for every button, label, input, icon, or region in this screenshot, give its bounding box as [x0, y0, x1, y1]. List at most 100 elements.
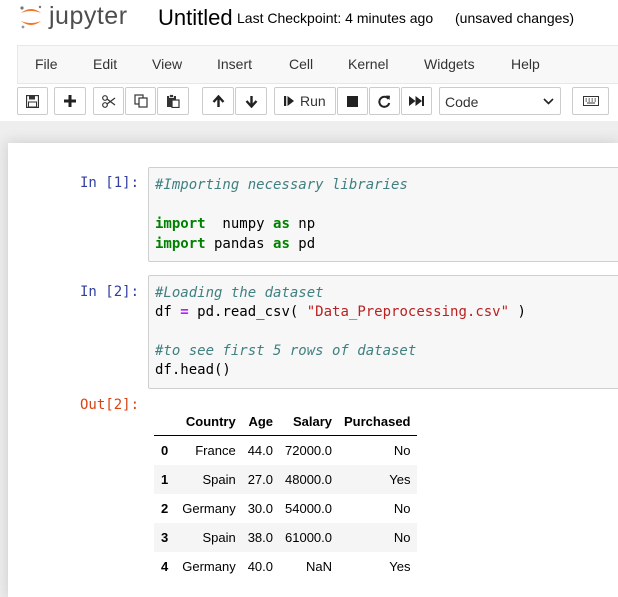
table-cell: 40.0 [247, 559, 274, 574]
code-cell-2-source: #Loading the dataset df = pd.read_csv( "D… [155, 284, 526, 380]
code-line: #Importing necessary libraries [155, 176, 408, 196]
code-token: pd.read_csv( [188, 304, 307, 321]
code-token: #to see first 5 rows of dataset [155, 342, 417, 359]
logo-text: jupyter [49, 2, 128, 30]
table-cell: 38.0 [247, 530, 274, 545]
column-header: Age [241, 408, 280, 436]
code-token: df [155, 304, 181, 321]
row-index: 0 [161, 443, 169, 458]
row-index: 2 [161, 501, 169, 516]
code-line: df.head() [155, 361, 526, 380]
fast-forward-icon [409, 96, 424, 106]
move-up-button[interactable] [202, 87, 234, 115]
chevron-down-icon [543, 98, 554, 105]
table-cell: Yes [389, 472, 411, 487]
input-prompt: In [2]: [80, 284, 140, 300]
table-cell: Germany [182, 501, 236, 516]
table-cell: No [393, 443, 411, 458]
move-down-button[interactable] [235, 87, 267, 115]
plus-icon [64, 95, 76, 107]
insert-cell-button[interactable] [54, 87, 86, 115]
column-header: Salary [279, 408, 339, 436]
copy-button[interactable] [125, 87, 156, 115]
notebook-title[interactable]: Untitled [158, 5, 233, 31]
output-prompt: Out[2]: [80, 397, 140, 413]
table-row: 2 Germany 30.0 54000.0 No [154, 494, 417, 523]
code-token: pandas [205, 235, 274, 252]
cell-type-select[interactable]: Code [439, 87, 561, 115]
row-index: 3 [161, 530, 169, 545]
autosave-status: (unsaved changes) [455, 10, 575, 26]
table-cell: Yes [389, 559, 411, 574]
column-header [154, 408, 177, 436]
table-cell: 54000.0 [285, 501, 333, 516]
jupyter-logo[interactable]: jupyter [18, 2, 128, 31]
code-token: #Importing necessary libraries [155, 177, 408, 193]
table-cell: 72000.0 [285, 443, 333, 458]
restart-icon [378, 95, 391, 108]
code-token: import [155, 235, 206, 252]
table-cell: 27.0 [247, 472, 274, 487]
code-line: #to see first 5 rows of dataset [155, 342, 526, 361]
column-header: Purchased [338, 408, 417, 436]
table-cell: Spain [202, 472, 236, 487]
menu-file[interactable]: File [35, 56, 58, 72]
paste-button[interactable] [157, 87, 189, 115]
code-token: import [155, 216, 206, 232]
menu-insert[interactable]: Insert [217, 56, 252, 72]
code-cell-2[interactable]: #Loading the dataset df = pd.read_csv( "D… [148, 275, 618, 389]
run-button[interactable]: Run [274, 87, 336, 115]
notebook-header: jupyter Untitled Last Checkpoint: 4 minu… [0, 0, 618, 121]
table-row: 3 Spain 38.0 61000.0 No [154, 523, 417, 552]
table-header-row: Country Age Salary Purchased [154, 408, 417, 436]
row-index: 1 [161, 472, 169, 487]
toolbar: Run Code [17, 87, 618, 117]
input-prompt: In [1]: [80, 175, 140, 191]
table-row: 4 Germany 40.0 NaN Yes [154, 552, 417, 581]
arrow-down-icon [245, 95, 257, 108]
menu-edit[interactable]: Edit [93, 56, 117, 72]
jupyter-logo-icon [18, 4, 44, 30]
table-cell: 61000.0 [285, 530, 333, 545]
code-token: pd [289, 235, 316, 252]
keyboard-icon [582, 96, 599, 106]
table-cell: Germany [182, 559, 236, 574]
cut-button[interactable] [93, 87, 124, 115]
column-header: Country [176, 408, 242, 436]
menu-cell[interactable]: Cell [289, 56, 313, 72]
menu-kernel[interactable]: Kernel [348, 56, 388, 72]
interrupt-kernel-button[interactable] [337, 87, 368, 115]
code-token: as [273, 216, 290, 232]
code-cell-1[interactable]: #Importing necessary libraries import nu… [148, 167, 618, 262]
code-line: #Loading the dataset [155, 284, 526, 303]
code-token: as [273, 235, 290, 252]
code-token: "Data_Preprocessing.csv" [306, 304, 510, 321]
menu-widgets[interactable]: Widgets [424, 56, 475, 72]
menu-view[interactable]: View [152, 56, 182, 72]
code-token: = [180, 304, 189, 321]
table-row: 0 France 44.0 72000.0 No [154, 436, 417, 466]
code-line: import numpy as np [155, 215, 408, 235]
menu-help[interactable]: Help [511, 56, 540, 72]
table-cell: No [393, 501, 411, 516]
paste-icon [167, 94, 180, 108]
code-token: #Loading the dataset [155, 285, 324, 301]
stop-icon [347, 95, 358, 107]
restart-run-all-button[interactable] [401, 87, 432, 115]
code-token: ) [509, 304, 526, 321]
restart-kernel-button[interactable] [369, 87, 400, 115]
save-button[interactable] [17, 87, 48, 115]
run-label: Run [300, 93, 326, 109]
command-palette-button[interactable] [572, 87, 609, 115]
table-cell: Spain [202, 530, 236, 545]
save-icon [26, 94, 39, 108]
checkpoint-status: Last Checkpoint: 4 minutes ago [237, 10, 434, 26]
step-forward-icon [284, 96, 294, 106]
code-line: df = pd.read_csv( "Data_Preprocessing.cs… [155, 303, 526, 322]
cut-icon [101, 94, 115, 108]
code-token: df.head() [155, 362, 231, 379]
code-line: import pandas as pd [155, 235, 408, 255]
table-row: 1 Spain 27.0 48000.0 Yes [154, 465, 417, 494]
